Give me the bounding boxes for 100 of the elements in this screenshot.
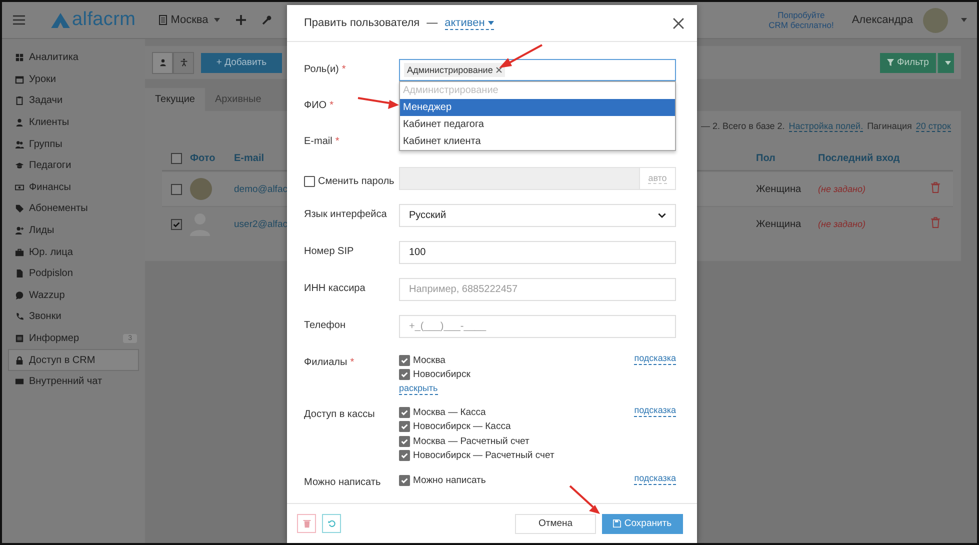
plus-icon[interactable] xyxy=(236,15,246,25)
lock-icon xyxy=(15,356,24,365)
phone-icon xyxy=(15,312,24,322)
building-icon xyxy=(158,15,168,25)
caret-icon[interactable] xyxy=(961,18,967,22)
pagination-link[interactable]: 20 строк xyxy=(916,121,951,132)
row-checkbox[interactable] xyxy=(170,184,182,194)
sidebar-item[interactable]: Лиды xyxy=(2,220,145,242)
hint-link[interactable]: подсказка xyxy=(634,353,676,365)
remove-icon[interactable] xyxy=(496,67,502,73)
hint-link[interactable]: подсказка xyxy=(634,405,676,417)
annotation-arrow xyxy=(569,485,600,514)
field-label: ИНН кассира xyxy=(304,283,366,294)
column-header[interactable]: Последний вход xyxy=(818,152,931,164)
sidebar-item[interactable]: Внутренний чат xyxy=(2,370,145,392)
filter-button[interactable]: Фильтр xyxy=(880,52,936,72)
filter-dropdown-button[interactable] xyxy=(937,52,954,72)
trash-icon[interactable] xyxy=(931,182,940,193)
change-password-checkbox[interactable]: Сменить пароль xyxy=(304,167,399,190)
sidebar-item[interactable]: Юр. лица xyxy=(2,241,145,263)
figure-view-button[interactable] xyxy=(173,52,194,74)
chevron-down-icon xyxy=(658,213,666,218)
add-button[interactable]: + Добавить xyxy=(201,52,282,72)
column-header[interactable]: Фото xyxy=(190,152,234,164)
row-checkbox[interactable] xyxy=(170,218,182,230)
promo-link[interactable]: Попробуйте CRM бесплатно! xyxy=(768,10,834,30)
record-count-text: — 2. Всего в базе 2. xyxy=(701,121,785,132)
sidebar-item[interactable]: Уроки xyxy=(2,68,145,90)
last-login-cell-text: (не задано) xyxy=(818,219,866,229)
checkbox-option[interactable]: Москва xyxy=(399,353,470,368)
avatar-photo-placeholder xyxy=(190,178,212,200)
field-label: Доступ в кассы xyxy=(304,409,375,420)
caret-icon xyxy=(488,20,494,24)
reset-button[interactable] xyxy=(322,514,341,533)
gender-cell-text: Женщина xyxy=(756,184,802,194)
role-option[interactable]: Кабинет клиента xyxy=(400,133,675,150)
checkbox-option[interactable]: Москва — Касса xyxy=(399,405,554,420)
circular-arrow-icon xyxy=(328,519,336,528)
tag-icon xyxy=(15,204,24,214)
sidebar-item[interactable]: Задачи xyxy=(2,90,145,112)
sidebar-item[interactable]: Доступ в CRM xyxy=(8,349,139,371)
branch-selector[interactable]: Москва xyxy=(158,14,220,26)
graduation-cap-icon xyxy=(15,161,24,170)
person-icon xyxy=(158,58,166,67)
sidebar-item[interactable]: Финансы xyxy=(2,176,145,198)
user-name[interactable]: Александра xyxy=(852,14,913,26)
input-field[interactable]: 100 xyxy=(399,241,676,264)
person-plus-icon xyxy=(15,226,24,236)
sidebar-item[interactable]: Педагоги xyxy=(2,154,145,177)
delete-button[interactable] xyxy=(297,514,316,533)
sidebar-item[interactable]: Клиенты xyxy=(2,112,145,134)
sidebar-item[interactable]: Аналитика xyxy=(2,47,145,69)
field-label: Номер SIP xyxy=(304,246,354,257)
sidebar-item[interactable]: Wazzup xyxy=(2,284,145,306)
user-view-button[interactable] xyxy=(152,52,173,74)
calendar-icon xyxy=(15,74,24,84)
banknote-icon xyxy=(15,182,24,192)
hint-link[interactable]: подсказка xyxy=(634,473,676,485)
checkbox-option[interactable]: Можно написать xyxy=(399,473,486,488)
expand-link[interactable]: раскрыть xyxy=(399,383,438,395)
dialog-title: Править пользователя xyxy=(304,17,420,29)
checkbox-option[interactable]: Новосибирск — Расчетный счет xyxy=(399,448,554,463)
field-label: Роль(и) xyxy=(304,64,339,75)
checkbox-option[interactable]: Новосибирск — Касса xyxy=(399,420,554,434)
role-option[interactable]: Менеджер xyxy=(400,99,675,116)
briefcase-icon xyxy=(15,248,24,257)
auto-password-button[interactable]: авто xyxy=(640,167,676,190)
sidebar-item[interactable]: Звонки xyxy=(2,306,145,328)
checkbox-option[interactable]: Новосибирск xyxy=(399,368,470,382)
menu-icon[interactable] xyxy=(13,15,25,25)
envelope-icon xyxy=(15,377,24,386)
chat-bubble-icon xyxy=(15,290,24,300)
tab[interactable]: Архивные xyxy=(204,88,272,111)
tab[interactable]: Текущие xyxy=(145,88,205,111)
sidebar-item[interactable]: Группы xyxy=(2,133,145,155)
sidebar-item[interactable]: Podpislon xyxy=(2,262,145,285)
select-all-checkbox[interactable] xyxy=(170,152,182,164)
status-dropdown[interactable]: активен xyxy=(444,16,494,30)
person-icon xyxy=(15,118,24,128)
file-icon xyxy=(15,269,24,278)
role-option[interactable]: Кабинет педагога xyxy=(400,116,675,133)
last-login-cell-text: (не задано) xyxy=(818,184,866,194)
checkbox-option[interactable]: Москва — Расчетный счет xyxy=(399,434,554,448)
input-field[interactable]: Например, 6885222457 xyxy=(399,278,676,301)
triangle-logo-icon xyxy=(51,12,70,28)
sidebar-item[interactable]: Абонементы xyxy=(2,198,145,220)
annotation-arrow xyxy=(499,44,542,68)
close-icon[interactable] xyxy=(673,18,684,28)
wrench-icon[interactable] xyxy=(262,15,272,25)
field-label: ФИО xyxy=(304,100,327,111)
required-mark: * xyxy=(335,136,340,147)
stick-figure-icon xyxy=(180,58,188,67)
cancel-button[interactable]: Отмена xyxy=(515,514,596,534)
save-button[interactable]: Сохранить xyxy=(602,514,683,534)
language-select[interactable]: Русский xyxy=(399,204,676,227)
grid-icon xyxy=(15,53,24,62)
field-settings-link[interactable]: Настройка полей. xyxy=(788,121,864,132)
input-field[interactable]: +_(___)___-____ xyxy=(399,315,676,338)
column-header[interactable]: Пол xyxy=(756,152,818,164)
trash-icon[interactable] xyxy=(931,217,940,228)
